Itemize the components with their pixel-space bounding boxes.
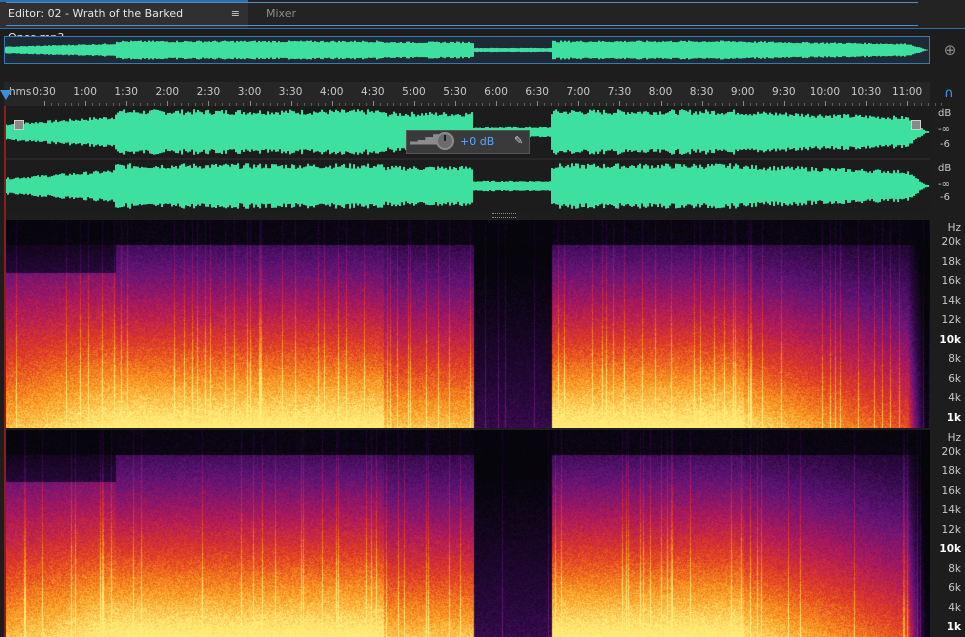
db-label-inf: -∞ <box>938 124 950 135</box>
ruler-tick-label: 2:30 <box>196 86 221 98</box>
volume-value: +0 dB <box>460 135 495 148</box>
panel-splitter-grip[interactable] <box>492 213 516 218</box>
hz-label: 8k <box>948 353 961 366</box>
ruler-tick-label: 9:00 <box>730 86 755 98</box>
ruler-tick-label: 3:30 <box>278 86 303 98</box>
zoom-icon[interactable]: ⊕ <box>940 40 960 60</box>
fade-in-handle[interactable] <box>14 120 24 130</box>
left-edge-marker <box>4 106 6 637</box>
hz-label: 6k <box>948 372 961 385</box>
waveform-display[interactable] <box>4 106 930 212</box>
hz-label: 20k <box>941 236 961 248</box>
fade-out-handle[interactable] <box>911 120 921 130</box>
db-unit: dB <box>938 108 952 119</box>
level-meter-icon: ▂▃▅▇ <box>410 134 441 145</box>
spectrogram-right <box>4 430 930 637</box>
ruler-tick-label: 7:30 <box>607 86 632 98</box>
hz-label: 6k <box>948 582 961 595</box>
overview-visible-range[interactable] <box>6 2 918 26</box>
ruler-tick-label: 7:00 <box>566 86 591 98</box>
hz-label: 12k <box>941 314 961 327</box>
hz-unit: Hz <box>947 432 961 444</box>
ruler-tick-label: 1:30 <box>114 86 138 98</box>
ruler-tick-label: 9:30 <box>772 86 796 98</box>
hz-label: 16k <box>941 484 961 497</box>
hz-label: 10k <box>939 543 961 556</box>
spectrogram-left <box>4 220 930 428</box>
ruler-unit-label: hms <box>9 86 32 98</box>
ruler-tick-label: 10:00 <box>809 86 841 98</box>
ruler-tick-label: 6:00 <box>484 86 508 98</box>
ruler-tick-label: 3:00 <box>237 86 262 98</box>
ruler-tick-label: 10:30 <box>850 86 882 98</box>
hz-label: 4k <box>948 392 961 405</box>
headphones-icon[interactable]: ∩ <box>941 86 957 102</box>
hz-unit: Hz <box>947 222 961 234</box>
ruler-tick-label: 8:30 <box>689 86 714 98</box>
db-label-inf: -∞ <box>938 179 950 190</box>
playhead-handle[interactable] <box>0 90 12 100</box>
hz-label: 18k <box>941 255 961 268</box>
spectral-display-left[interactable] <box>4 220 930 428</box>
hz-label: 16k <box>941 275 961 288</box>
hz-label: 18k <box>941 465 961 478</box>
ruler-tick-label: 8:00 <box>648 86 673 98</box>
hz-label: 20k <box>941 446 961 458</box>
ruler-tick-label: 1:00 <box>73 86 97 98</box>
hz-label: 8k <box>948 562 961 575</box>
hz-scale-left: Hz 20k 18k 16k 14k 12k 10k 8k 6k 4k 1k <box>932 220 965 428</box>
time-ruler[interactable]: hms 0:30 1:00 1:30 2:00 2:30 3:00 3:30 4:00 4:30… <box>4 82 943 107</box>
ruler-tick-label: 4:30 <box>361 86 385 98</box>
hz-label: 1k <box>946 412 961 424</box>
hz-label: 4k <box>948 601 961 614</box>
pin-icon[interactable]: ✎ <box>514 134 523 147</box>
db-label-6: -6 <box>940 139 950 150</box>
ruler-minor-tick <box>934 103 936 106</box>
hz-scale-right: Hz 20k 18k 16k 14k 12k 10k 8k 6k 4k 1k <box>932 430 965 637</box>
hz-label: 12k <box>941 523 961 536</box>
hz-label: 14k <box>941 504 961 517</box>
ruler-tick-label: 5:30 <box>443 86 467 98</box>
ruler-tick-label: 0:30 <box>32 86 56 98</box>
ruler-tick-label: 11:00 <box>891 86 923 98</box>
volume-knob[interactable] <box>436 132 454 150</box>
db-unit: dB <box>938 163 952 174</box>
hz-label: 14k <box>941 294 961 307</box>
db-label-6: -6 <box>940 192 950 203</box>
overview-navigator[interactable] <box>4 36 930 64</box>
ruler-tick-label: 2:00 <box>155 86 180 98</box>
spectral-display-right[interactable] <box>4 430 930 637</box>
ruler-minor-tick <box>941 103 943 106</box>
hz-label: 1k <box>946 621 961 633</box>
ruler-tick-label: 4:00 <box>319 86 344 98</box>
overview-waveform <box>5 40 928 60</box>
ruler-tick-label: 5:00 <box>402 86 426 98</box>
hz-label: 10k <box>939 333 961 346</box>
ruler-tick-label: 6:30 <box>525 86 549 98</box>
waveform-svg <box>4 109 930 209</box>
